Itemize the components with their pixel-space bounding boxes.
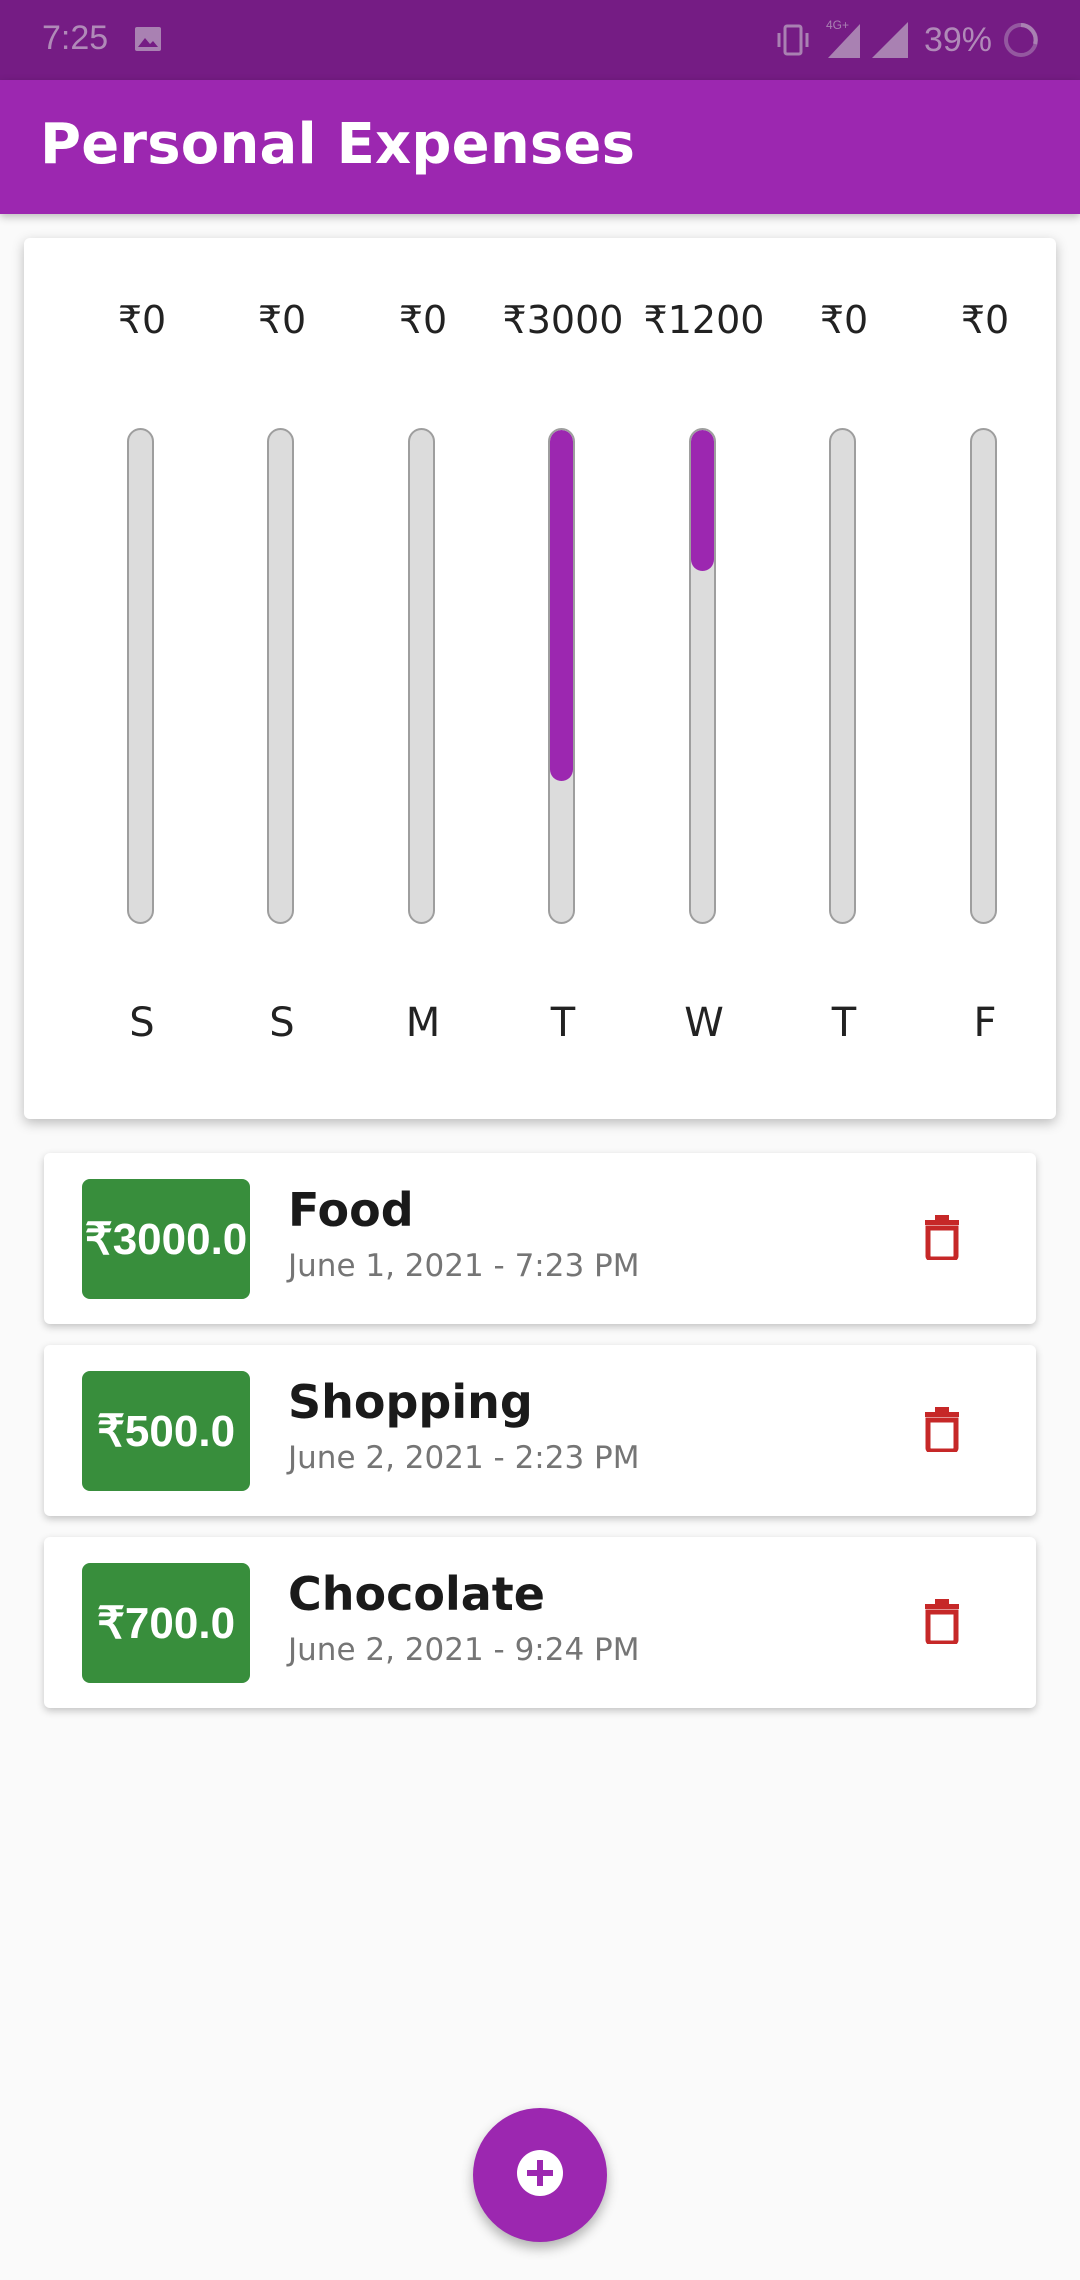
- bar-amount-label: ₹0: [819, 298, 869, 342]
- amount-badge: ₹3000.0: [82, 1179, 250, 1299]
- status-bar: 7:25 4G+ 39%: [0, 0, 1080, 80]
- delete-button[interactable]: [916, 1597, 968, 1649]
- mobile-data-icon: 4G+: [820, 18, 864, 60]
- bar-day-label: M: [405, 1000, 441, 1046]
- bar-fill: [691, 430, 714, 571]
- page-title: Personal Expenses: [40, 112, 636, 177]
- app-bar: Personal Expenses: [0, 80, 1080, 214]
- trash-icon: [925, 1406, 959, 1456]
- bar-amount-label: ₹0: [117, 298, 167, 342]
- bar-day-label: T: [550, 1000, 576, 1046]
- amount-badge: ₹500.0: [82, 1371, 250, 1491]
- bar-track: [267, 428, 294, 924]
- bar-track: [970, 428, 997, 924]
- bar-track: [689, 428, 716, 924]
- bar-amount-label: ₹0: [960, 298, 1010, 342]
- bar-day-label: S: [129, 1000, 155, 1046]
- transaction-item[interactable]: ₹500.0 Shopping June 2, 2021 - 2:23 PM: [44, 1345, 1036, 1516]
- delete-button[interactable]: [916, 1405, 968, 1457]
- bar-track: [408, 428, 435, 924]
- bar-amount-label: ₹0: [257, 298, 307, 342]
- amount-badge: ₹700.0: [82, 1563, 250, 1683]
- bar-day-label: W: [684, 1000, 724, 1046]
- bar-track: [548, 428, 575, 924]
- chart-bar-column: ₹1200 W: [634, 238, 774, 1119]
- chart-bar-column: ₹0 M: [353, 238, 493, 1119]
- transaction-date: June 2, 2021 - 2:23 PM: [288, 1440, 640, 1476]
- transaction-title: Chocolate: [288, 1567, 545, 1621]
- bar-fill: [550, 430, 573, 782]
- vibrate-icon: [774, 23, 812, 57]
- chart-bar-column: ₹3000 T: [493, 238, 633, 1119]
- transaction-title: Shopping: [288, 1375, 533, 1429]
- chart-bar-column: ₹0 F: [915, 238, 1055, 1119]
- bar-track: [127, 428, 154, 924]
- chart-bar-column: ₹0 T: [774, 238, 914, 1119]
- photo-icon: [134, 26, 162, 52]
- trash-icon: [925, 1214, 959, 1264]
- signal-icon: [870, 20, 910, 60]
- battery-text: 39%: [923, 20, 992, 59]
- transaction-date: June 1, 2021 - 7:23 PM: [288, 1248, 640, 1284]
- status-time: 7:25: [42, 19, 109, 57]
- add-transaction-button[interactable]: [473, 2108, 607, 2242]
- weekly-chart-card: ₹0 S ₹0 S ₹0 M ₹3000 T ₹1200 W ₹0 T ₹0 F: [24, 238, 1056, 1119]
- add-circle-icon: [515, 2148, 565, 2202]
- transaction-item[interactable]: ₹700.0 Chocolate June 2, 2021 - 9:24 PM: [44, 1537, 1036, 1708]
- bar-amount-label: ₹1200: [643, 298, 765, 342]
- bar-amount-label: ₹0: [398, 298, 448, 342]
- battery-icon: [1002, 21, 1040, 59]
- bar-track: [829, 428, 856, 924]
- delete-button[interactable]: [916, 1213, 968, 1265]
- bar-day-label: F: [973, 1000, 997, 1046]
- bar-amount-label: ₹3000: [502, 298, 624, 342]
- bar-day-label: S: [269, 1000, 295, 1046]
- chart-bar-column: ₹0 S: [212, 238, 352, 1119]
- bar-day-label: T: [831, 1000, 857, 1046]
- transaction-title: Food: [288, 1183, 414, 1237]
- transaction-date: June 2, 2021 - 9:24 PM: [288, 1632, 640, 1668]
- status-icons: 4G+ 39%: [774, 18, 1040, 62]
- chart-bar-column: ₹0 S: [72, 238, 212, 1119]
- trash-icon: [925, 1598, 959, 1648]
- transaction-item[interactable]: ₹3000.0 Food June 1, 2021 - 7:23 PM: [44, 1153, 1036, 1324]
